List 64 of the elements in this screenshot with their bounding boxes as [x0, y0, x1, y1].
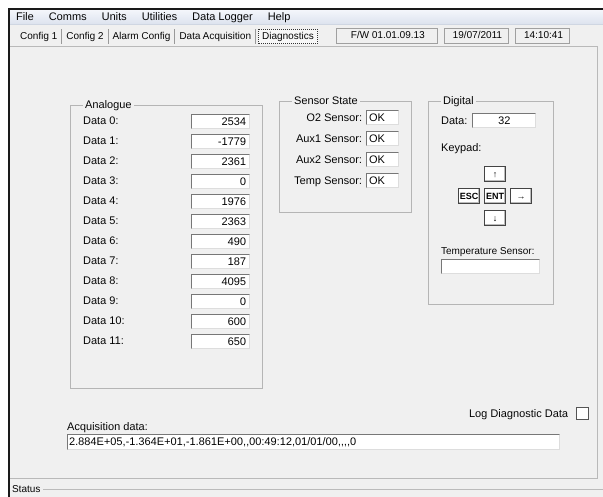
field-label: Data 7: [83, 255, 118, 267]
value-field[interactable]: 0 [191, 174, 250, 188]
menu-item[interactable]: File [14, 11, 36, 23]
field-label: Temperature Sensor: [441, 246, 536, 257]
checkbox[interactable] [576, 407, 589, 420]
tab[interactable]: Config 1 [16, 29, 62, 44]
field-label: Data 5: [83, 215, 118, 227]
esc-key[interactable]: ESC [458, 188, 480, 204]
field-label: Aux1 Sensor: [294, 132, 362, 144]
up-key[interactable]: ↑ [484, 166, 506, 182]
field-label: Data 3: [83, 175, 118, 187]
group-title: Sensor State [293, 95, 359, 107]
tab[interactable]: Data Acquisition [175, 29, 256, 44]
value-field[interactable]: -1779 [191, 134, 250, 148]
enter-key[interactable]: ENT [484, 188, 506, 204]
menu-item[interactable]: Units [100, 11, 129, 23]
field-label: Temp Sensor: [293, 174, 362, 186]
status-field[interactable]: OK [366, 152, 399, 167]
value-field[interactable]: 2361 [191, 154, 250, 168]
field-label: Aux2 Sensor: [294, 154, 362, 166]
field-label: Data: [441, 114, 468, 126]
acquisition-field[interactable]: 2.884E+05,-1.364E+01,-1.861E+00,,00:49:12,01/01/00,,,,0 [67, 434, 560, 450]
field-label: Data 4: [83, 195, 118, 207]
value-field[interactable]: 1976 [191, 194, 250, 208]
value-field[interactable]: 0 [191, 294, 250, 308]
field-label: Data 6: [83, 235, 118, 247]
tab[interactable]: Alarm Config [108, 29, 176, 44]
value-field[interactable]: 2363 [191, 214, 250, 228]
down-key[interactable]: ↓ [484, 210, 506, 226]
field-label: Data 9: [83, 295, 118, 307]
value-field[interactable]: 32 [472, 113, 536, 128]
menu-item[interactable]: Data Logger [190, 11, 255, 23]
value-field[interactable]: 650 [191, 334, 250, 348]
value-field[interactable]: 4095 [191, 274, 250, 288]
field-label: Data 1: [83, 135, 118, 147]
menu-item[interactable]: Help [266, 11, 292, 23]
keypad-label: Keypad: [441, 142, 482, 154]
field-label: Data 2: [83, 155, 118, 167]
checkbox-label: Log Diagnostic Data [468, 408, 568, 420]
temperature-field[interactable] [441, 259, 540, 274]
tab[interactable]: Config 2 [62, 29, 108, 44]
field-label: O2 Sensor: [305, 112, 362, 124]
status-field[interactable]: OK [366, 110, 399, 125]
status-field[interactable]: OK [366, 173, 399, 188]
tab[interactable]: Diagnostics [258, 29, 318, 44]
status-field[interactable]: OK [366, 131, 399, 146]
field-label: Data 0: [83, 115, 118, 127]
status-field: 19/07/2011 [444, 28, 509, 44]
value-field[interactable]: 187 [191, 254, 250, 268]
value-field[interactable]: 600 [191, 314, 250, 328]
value-field[interactable]: 490 [191, 234, 250, 248]
menu-item[interactable]: Comms [46, 11, 89, 23]
value-field[interactable]: 2534 [191, 114, 250, 128]
group-title: Analogue [84, 99, 132, 111]
menu-item[interactable]: Utilities [140, 11, 180, 23]
field-label: Data 8: [83, 275, 118, 287]
status-field: 14:10:41 [514, 28, 570, 44]
field-label: Data 11: [83, 335, 124, 347]
group-title: Status [11, 484, 42, 495]
right-key[interactable]: → [510, 188, 532, 204]
group-title: Digital [442, 95, 475, 107]
field-label: Data 10: [83, 315, 125, 327]
status-field: F/W 01.01.09.13 [336, 28, 438, 44]
field-label: Acquisition data: [67, 421, 149, 433]
